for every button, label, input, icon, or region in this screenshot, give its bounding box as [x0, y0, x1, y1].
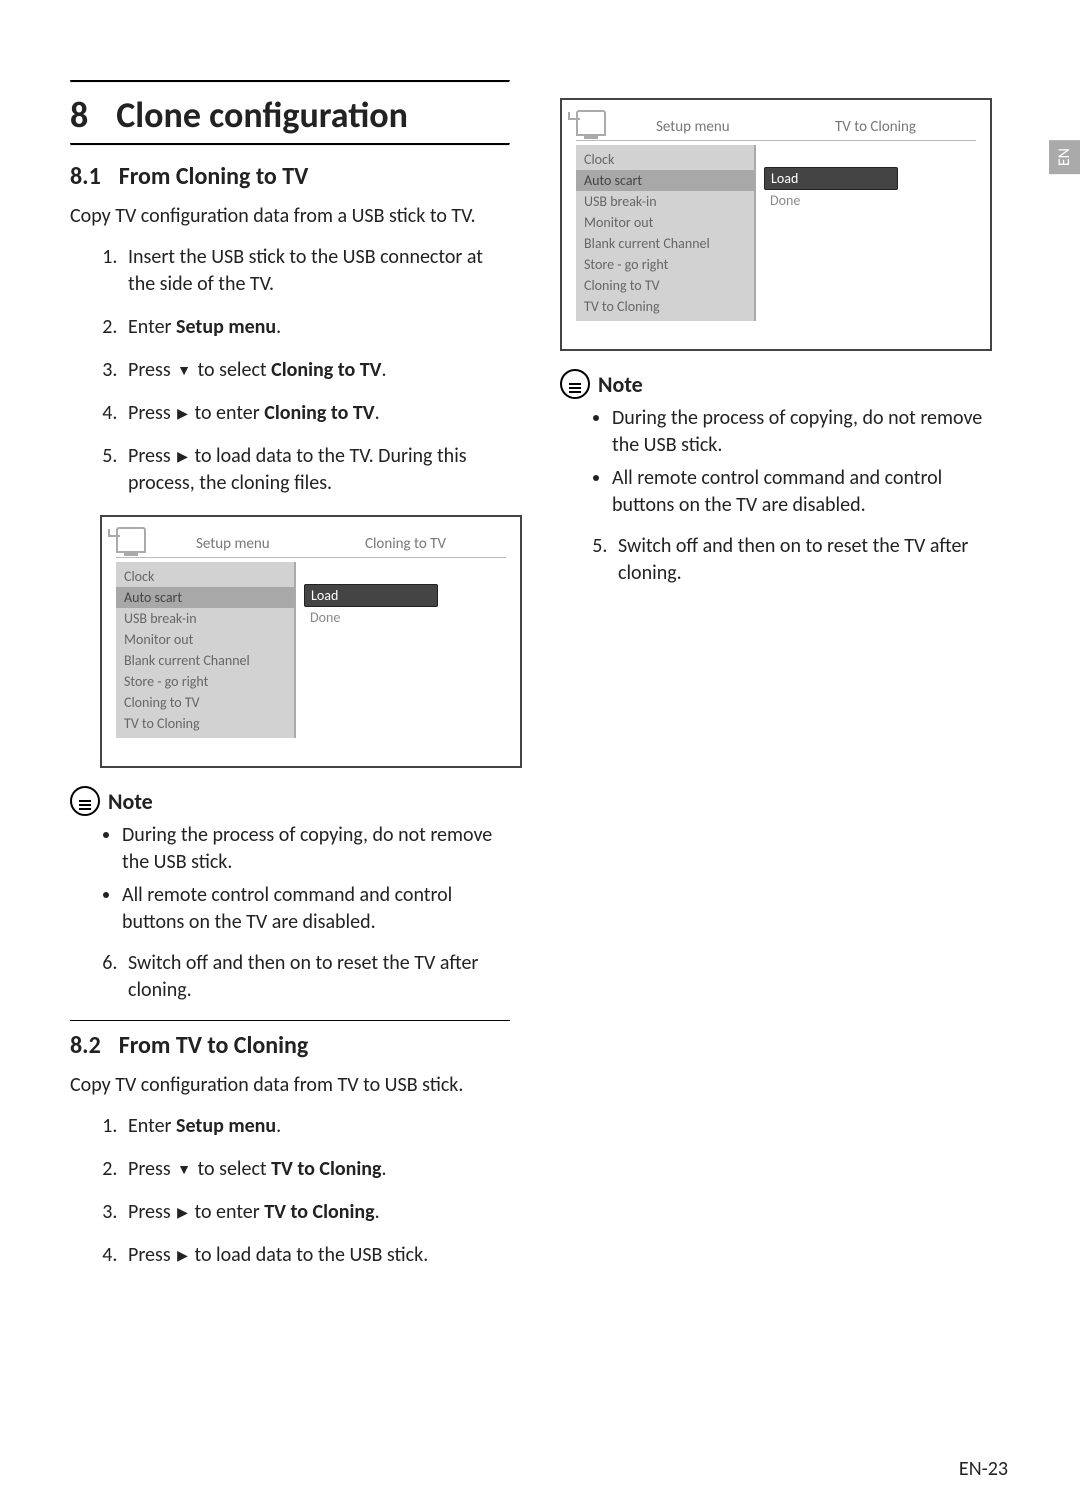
tv-menu-item: Store - go right	[116, 671, 294, 692]
tv-menu-item: USB break-in	[576, 191, 754, 212]
tv-icon	[116, 527, 146, 553]
right-arrow-icon	[175, 1200, 190, 1224]
step-3: Press to enter TV to Cloning.	[122, 1199, 510, 1226]
right-arrow-icon	[175, 444, 190, 468]
tv-menu-item: Clock	[576, 149, 754, 170]
note-item: During the process of copying, do not re…	[612, 405, 1000, 459]
note-icon	[70, 786, 100, 816]
note-list: During the process of copying, do not re…	[70, 822, 510, 936]
note-item: During the process of copying, do not re…	[122, 822, 510, 876]
section-title: From Cloning to TV	[119, 162, 309, 191]
section-8-1-intro: Copy TV configuration data from a USB st…	[70, 203, 510, 230]
tv-menu-item: Blank current Channel	[116, 650, 294, 671]
section-8-1-heading: 8.1 From Cloning to TV	[70, 162, 510, 191]
section-8-2-steps-cont: Switch off and then on to reset the TV a…	[560, 533, 1000, 587]
section-8-1-steps: Insert the USB stick to the USB connecto…	[70, 244, 510, 497]
section-8-2-heading: 8.2 From TV to Cloning	[70, 1020, 510, 1060]
chapter-heading: 8 Clone configuration	[70, 93, 510, 137]
tv-menu-title-right: TV to Cloning	[835, 118, 916, 136]
tv-menu-right-list: Load Done	[756, 145, 976, 321]
step-3: Press to select Cloning to TV.	[122, 357, 510, 384]
section-number: 8.1	[70, 162, 101, 191]
step-2: Press to select TV to Cloning.	[122, 1156, 510, 1183]
tv-menu-option: Done	[304, 607, 506, 628]
right-column: Setup menu TV to Cloning Clock Auto scar…	[560, 80, 1000, 1285]
note-title: Note	[598, 371, 643, 398]
page-number: EN-23	[959, 1457, 1008, 1481]
right-arrow-icon	[175, 401, 190, 425]
tv-menu-item-highlighted: Auto scart	[116, 587, 294, 608]
tv-menu-item-highlighted: Auto scart	[576, 170, 754, 191]
step-1: Insert the USB stick to the USB connecto…	[122, 244, 510, 298]
step-4: Press to enter Cloning to TV.	[122, 400, 510, 427]
tv-menu-title-right: Cloning to TV	[365, 535, 446, 553]
note-list: During the process of copying, do not re…	[560, 405, 1000, 519]
note-item: All remote control command and control b…	[122, 882, 510, 936]
tv-menu-item: Monitor out	[576, 212, 754, 233]
tv-menu-item: Blank current Channel	[576, 233, 754, 254]
down-arrow-icon	[175, 358, 193, 382]
step-5: Press to load data to the TV. During thi…	[122, 443, 510, 497]
tv-menu-item: TV to Cloning	[116, 713, 294, 734]
tv-menu-item: Monitor out	[116, 629, 294, 650]
note-icon	[560, 369, 590, 399]
down-arrow-icon	[175, 1157, 193, 1181]
tv-menu-item: Cloning to TV	[116, 692, 294, 713]
tv-menu-option-selected: Load	[304, 584, 438, 607]
section-8-2-intro: Copy TV configuration data from TV to US…	[70, 1072, 510, 1099]
step-1: Enter Setup menu.	[122, 1113, 510, 1140]
tv-menu-left-list: Clock Auto scart USB break-in Monitor ou…	[576, 145, 754, 321]
tv-menu-tv-to-cloning: Setup menu TV to Cloning Clock Auto scar…	[560, 98, 992, 351]
tv-menu-item: USB break-in	[116, 608, 294, 629]
section-number: 8.2	[70, 1031, 101, 1060]
tv-icon	[576, 110, 606, 136]
tv-menu-title-left: Setup menu	[656, 118, 730, 136]
chapter-number: 8	[70, 93, 88, 137]
tv-menu-cloning-to-tv: Setup menu Cloning to TV Clock Auto scar…	[100, 515, 522, 768]
tv-menu-title-left: Setup menu	[196, 535, 270, 553]
note-title: Note	[108, 788, 153, 815]
step-4: Press to load data to the USB stick.	[122, 1242, 510, 1269]
tv-menu-right-list: Load Done	[296, 562, 506, 738]
tv-menu-option-selected: Load	[764, 167, 898, 190]
chapter-title: Clone configuration	[116, 93, 408, 137]
step-2: Enter Setup menu.	[122, 314, 510, 341]
tv-menu-item: Store - go right	[576, 254, 754, 275]
note-item: All remote control command and control b…	[612, 465, 1000, 519]
language-tab: EN	[1049, 140, 1080, 174]
tv-menu-item: Clock	[116, 566, 294, 587]
tv-menu-item: TV to Cloning	[576, 296, 754, 317]
tv-menu-left-list: Clock Auto scart USB break-in Monitor ou…	[116, 562, 294, 738]
step-6: Switch off and then on to reset the TV a…	[122, 950, 510, 1004]
section-8-2-steps: Enter Setup menu. Press to select TV to …	[70, 1113, 510, 1269]
right-arrow-icon	[175, 1243, 190, 1267]
section-title: From TV to Cloning	[119, 1031, 309, 1060]
step-5: Switch off and then on to reset the TV a…	[612, 533, 1000, 587]
section-8-1-steps-cont: Switch off and then on to reset the TV a…	[70, 950, 510, 1004]
note-heading: Note	[560, 369, 1000, 399]
note-heading: Note	[70, 786, 510, 816]
tv-menu-item: Cloning to TV	[576, 275, 754, 296]
tv-menu-option: Done	[764, 190, 976, 211]
left-column: 8 Clone configuration 8.1 From Cloning t…	[70, 80, 510, 1285]
